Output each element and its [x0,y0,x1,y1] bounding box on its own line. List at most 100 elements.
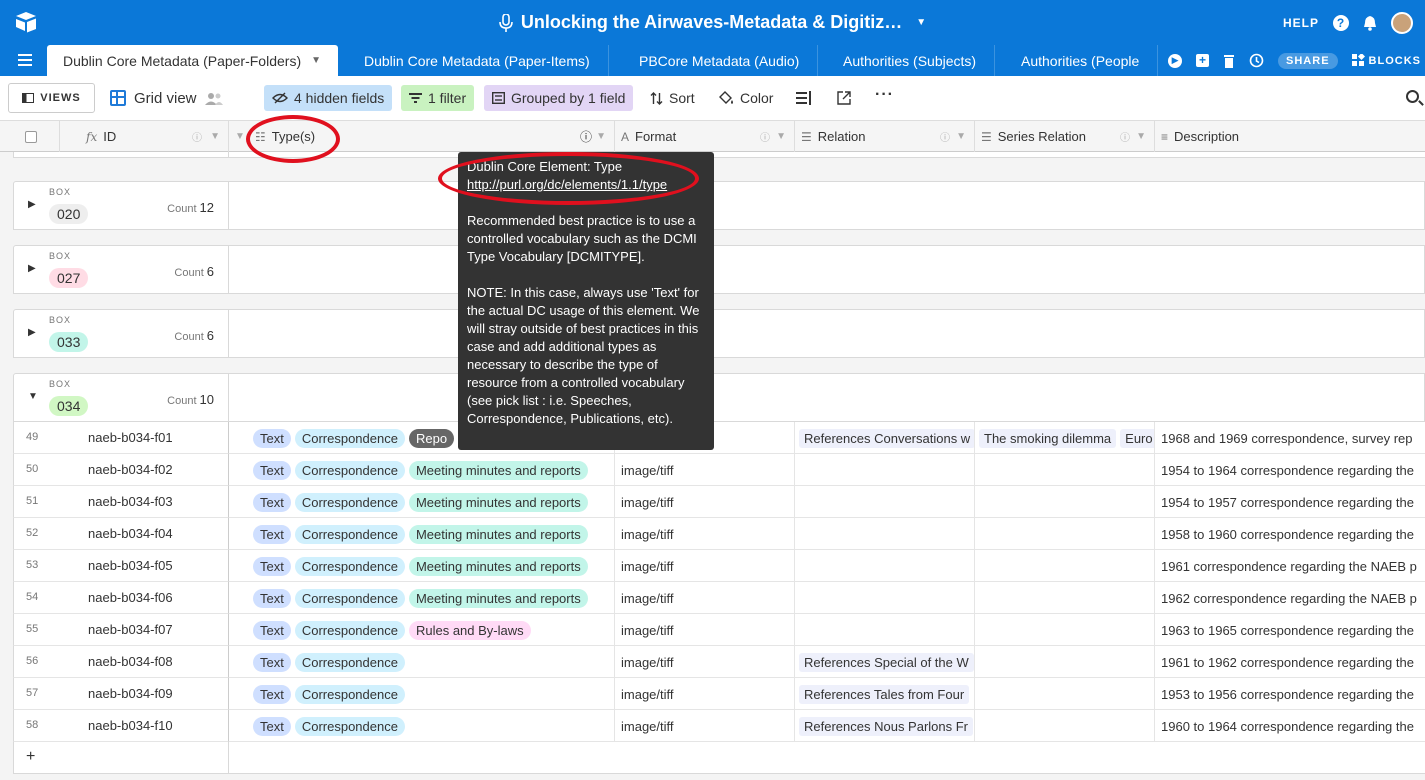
scroll-tabs-right-icon[interactable]: ▶ [1168,53,1183,68]
help-label[interactable]: HELP [1283,16,1319,30]
record-id[interactable]: naeb-b034-f02 [88,462,173,477]
series-relation-cell[interactable] [975,646,1155,678]
table-row[interactable]: 53 naeb-b034-f05 [13,550,229,582]
table-row[interactable]: Text Correspondence Meeting minutes and re… [229,486,1425,518]
linked-record-chip[interactable]: References Tales from Four [799,684,970,704]
format-cell[interactable]: image/tiff [615,582,795,614]
views-button[interactable]: VIEWS [8,83,95,113]
info-icon[interactable]: ⓘ [580,128,592,145]
series-relation-cell[interactable] [975,518,1155,550]
series-relation-cell[interactable] [975,678,1155,710]
record-id[interactable]: naeb-b034-f09 [88,686,173,701]
info-icon[interactable]: ⓘ [192,129,202,144]
collapse-triangle-icon[interactable]: ▼ [28,391,38,402]
record-id[interactable]: naeb-b034-f05 [88,558,173,573]
description-cell[interactable]: 1954 to 1964 correspondence regarding th… [1155,454,1425,486]
table-row[interactable]: 58 naeb-b034-f10 [13,710,229,742]
types-cell[interactable]: Text Correspondence [249,710,615,742]
chevron-down-icon[interactable]: ▼ [916,17,926,28]
linked-record-chip[interactable]: The smoking dilemma [979,428,1117,448]
column-header-relation[interactable]: ☰ Relation ⓘ ▼ [795,121,975,152]
description-cell[interactable]: 1961 correspondence regarding the NAEB p [1155,550,1425,582]
search-icon[interactable] [1406,90,1419,103]
share-view-icon[interactable] [837,91,851,105]
add-record-row[interactable] [229,742,1425,774]
group-button[interactable]: Grouped by 1 field [484,85,634,111]
table-row[interactable]: Text Correspondence Repo References Convers… [229,422,1425,454]
tab-paper-folders[interactable]: Dublin Core Metadata (Paper-Folders) ▼ [47,45,339,76]
types-cell[interactable]: Text Correspondence Meeting minutes and re… [249,486,615,518]
table-row[interactable]: Text Correspondence image/tiff References N… [229,710,1425,742]
table-row[interactable]: Text Correspondence Meeting minutes and re… [229,454,1425,486]
description-cell[interactable]: 1962 correspondence regarding the NAEB p [1155,582,1425,614]
description-cell[interactable]: 1954 to 1957 correspondence regarding th… [1155,486,1425,518]
format-cell[interactable]: image/tiff [615,678,795,710]
table-row[interactable]: 51 naeb-b034-f03 [13,486,229,518]
series-relation-cell[interactable] [975,550,1155,582]
record-id[interactable]: naeb-b034-f06 [88,590,173,605]
types-cell[interactable]: Text Correspondence Meeting minutes and re… [249,582,615,614]
record-id[interactable]: naeb-b034-f01 [88,430,173,445]
filter-button[interactable]: 1 filter [401,85,475,111]
record-id[interactable]: naeb-b034-f03 [88,494,173,509]
table-row[interactable]: Text Correspondence image/tiff References T… [229,678,1425,710]
table-row[interactable]: Text Correspondence Meeting minutes and re… [229,550,1425,582]
types-cell[interactable]: Text Correspondence Rules and By-laws [249,614,615,646]
relation-cell[interactable] [795,454,975,486]
group-header-box-034[interactable]: ▼ BOX 034 Count 10 [13,373,229,422]
expand-triangle-icon[interactable]: ▶ [28,199,36,210]
table-row[interactable]: Text Correspondence image/tiff References S… [229,646,1425,678]
description-cell[interactable]: 1968 and 1969 correspondence, survey rep [1155,422,1425,454]
bell-icon[interactable] [1363,15,1377,31]
help-icon[interactable]: ? [1333,14,1349,31]
table-row[interactable]: 57 naeb-b034-f09 [13,678,229,710]
tab-paper-items[interactable]: Dublin Core Metadata (Paper-Items) [346,45,609,76]
format-cell[interactable]: image/tiff [615,550,795,582]
types-cell[interactable]: Text Correspondence [249,646,615,678]
group-header-box-020[interactable]: ▶ BOX 020 Count 12 [13,181,229,230]
series-relation-cell[interactable]: The smoking dilemma Euro [975,422,1155,454]
types-cell[interactable]: Text Correspondence Meeting minutes and re… [249,454,615,486]
add-record-button[interactable]: + [13,742,229,774]
series-relation-cell[interactable] [975,454,1155,486]
series-relation-cell[interactable] [975,582,1155,614]
relation-cell[interactable]: References Tales from Four [795,678,975,710]
tab-pbcore-audio[interactable]: PBCore Metadata (Audio) [621,45,819,76]
tab-authorities-people[interactable]: Authorities (People [1003,45,1159,76]
chevron-down-icon[interactable]: ▼ [596,131,606,142]
series-relation-cell[interactable] [975,614,1155,646]
table-row[interactable]: 49 naeb-b034-f01 [13,422,229,454]
table-row[interactable]: Text Correspondence Meeting minutes and re… [229,518,1425,550]
types-cell[interactable]: Text Correspondence Meeting minutes and re… [249,518,615,550]
relation-cell[interactable] [795,614,975,646]
trash-icon[interactable] [1223,54,1235,68]
column-header-series-relation[interactable]: ☰ Series Relation ⓘ ▼ [975,121,1155,152]
hidden-fields-button[interactable]: 4 hidden fields [264,85,393,111]
description-cell[interactable]: 1958 to 1960 correspondence regarding th… [1155,518,1425,550]
types-cell[interactable]: Text Correspondence [249,678,615,710]
more-options-icon[interactable]: ··· [875,86,894,104]
avatar[interactable] [1391,11,1413,34]
base-title[interactable]: Unlocking the Airwaves-Metadata & Digiti… [0,0,1425,45]
history-icon[interactable] [1249,53,1264,68]
description-cell[interactable]: 1960 to 1964 correspondence regarding th… [1155,710,1425,742]
table-row[interactable]: 50 naeb-b034-f02 [13,454,229,486]
column-header-id[interactable]: fx ID ⓘ ▼ [60,121,229,152]
group-header-box-027[interactable]: ▶ BOX 027 Count 6 [13,245,229,294]
menu-icon[interactable] [18,54,32,66]
record-id[interactable]: naeb-b034-f10 [88,718,173,733]
select-all-checkbox[interactable] [25,130,37,143]
table-row[interactable]: Text Correspondence Rules and By-laws image… [229,614,1425,646]
view-switcher[interactable]: Grid view [110,83,223,113]
relation-cell[interactable] [795,582,975,614]
chevron-down-icon[interactable]: ▼ [956,131,966,142]
info-icon[interactable]: ⓘ [940,129,950,144]
description-cell[interactable]: 1953 to 1956 correspondence regarding th… [1155,678,1425,710]
color-button[interactable]: Color [719,85,773,111]
expand-triangle-icon[interactable]: ▶ [28,263,36,274]
format-cell[interactable]: image/tiff [615,710,795,742]
chevron-down-icon[interactable]: ▼ [235,131,245,142]
linked-record-chip[interactable]: References Special of the W [799,652,974,672]
format-cell[interactable]: image/tiff [615,518,795,550]
row-height-icon[interactable] [796,91,811,105]
